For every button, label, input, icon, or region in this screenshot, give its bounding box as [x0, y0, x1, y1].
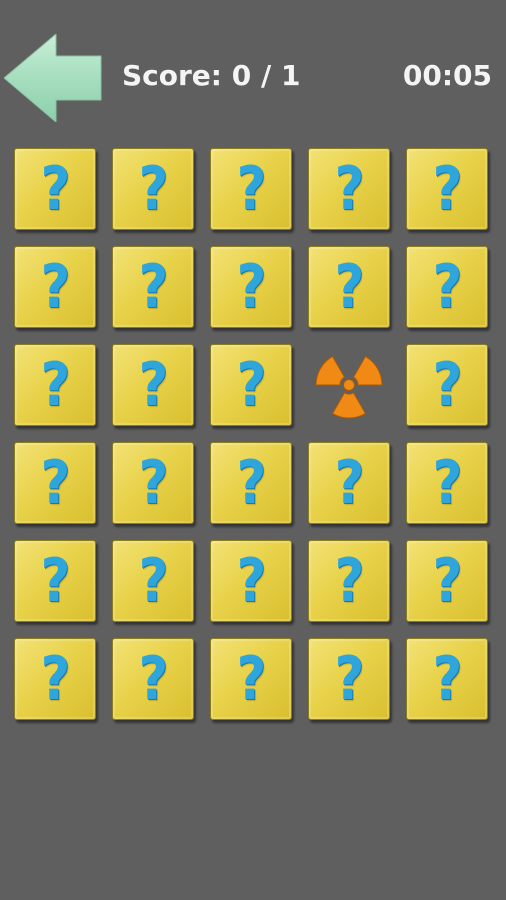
tile-hidden[interactable]: ?	[308, 246, 390, 328]
tile-hidden[interactable]: ?	[406, 442, 488, 524]
tile-hidden[interactable]: ?	[308, 442, 390, 524]
question-mark-icon: ?	[138, 154, 168, 224]
game-board: ?????????????????????????????	[14, 148, 492, 720]
question-mark-icon: ?	[40, 448, 70, 518]
tile-hidden[interactable]: ?	[112, 638, 194, 720]
question-mark-icon: ?	[432, 350, 462, 420]
radiation-hazard-icon	[315, 355, 383, 419]
question-mark-icon: ?	[236, 350, 266, 420]
question-mark-icon: ?	[236, 252, 266, 322]
tile-hidden[interactable]: ?	[112, 442, 194, 524]
game-screen: Score: 0 / 1 00:05 ?????????????????????…	[0, 0, 506, 900]
tile-hidden[interactable]: ?	[406, 246, 488, 328]
question-mark-icon: ?	[334, 154, 364, 224]
question-mark-icon: ?	[40, 644, 70, 714]
tile-hidden[interactable]: ?	[210, 638, 292, 720]
back-button[interactable]	[4, 34, 102, 122]
question-mark-icon: ?	[334, 546, 364, 616]
tile-hidden[interactable]: ?	[406, 344, 488, 426]
tile-hidden[interactable]: ?	[14, 638, 96, 720]
tile-hidden[interactable]: ?	[406, 638, 488, 720]
tile-hidden[interactable]: ?	[308, 148, 390, 230]
question-mark-icon: ?	[138, 448, 168, 518]
question-mark-icon: ?	[432, 546, 462, 616]
tile-hidden[interactable]: ?	[406, 540, 488, 622]
tile-hidden[interactable]: ?	[14, 148, 96, 230]
question-mark-icon: ?	[40, 546, 70, 616]
tile-hidden[interactable]: ?	[210, 540, 292, 622]
question-mark-icon: ?	[334, 252, 364, 322]
tile-hidden[interactable]: ?	[210, 442, 292, 524]
question-mark-icon: ?	[40, 252, 70, 322]
tile-hidden[interactable]: ?	[210, 344, 292, 426]
question-mark-icon: ?	[334, 644, 364, 714]
tile-hidden[interactable]: ?	[14, 442, 96, 524]
tile-hidden[interactable]: ?	[308, 638, 390, 720]
question-mark-icon: ?	[432, 252, 462, 322]
tile-hidden[interactable]: ?	[112, 344, 194, 426]
question-mark-icon: ?	[138, 644, 168, 714]
tile-hidden[interactable]: ?	[308, 540, 390, 622]
question-mark-icon: ?	[432, 448, 462, 518]
tile-revealed[interactable]	[308, 344, 390, 426]
question-mark-icon: ?	[236, 644, 266, 714]
tile-hidden[interactable]: ?	[112, 540, 194, 622]
question-mark-icon: ?	[236, 154, 266, 224]
back-arrow-icon	[4, 34, 102, 122]
question-mark-icon: ?	[432, 154, 462, 224]
question-mark-icon: ?	[432, 644, 462, 714]
tile-hidden[interactable]: ?	[406, 148, 488, 230]
question-mark-icon: ?	[40, 154, 70, 224]
timer-label: 00:05	[402, 59, 492, 92]
tile-hidden[interactable]: ?	[112, 246, 194, 328]
tile-hidden[interactable]: ?	[14, 246, 96, 328]
question-mark-icon: ?	[138, 350, 168, 420]
question-mark-icon: ?	[138, 252, 168, 322]
tile-hidden[interactable]: ?	[14, 540, 96, 622]
question-mark-icon: ?	[236, 448, 266, 518]
tile-hidden[interactable]: ?	[210, 246, 292, 328]
question-mark-icon: ?	[334, 448, 364, 518]
question-mark-icon: ?	[236, 546, 266, 616]
score-label: Score: 0 / 1	[122, 59, 301, 92]
question-mark-icon: ?	[138, 546, 168, 616]
question-mark-icon: ?	[40, 350, 70, 420]
tile-hidden[interactable]: ?	[112, 148, 194, 230]
tile-hidden[interactable]: ?	[210, 148, 292, 230]
tile-hidden[interactable]: ?	[14, 344, 96, 426]
